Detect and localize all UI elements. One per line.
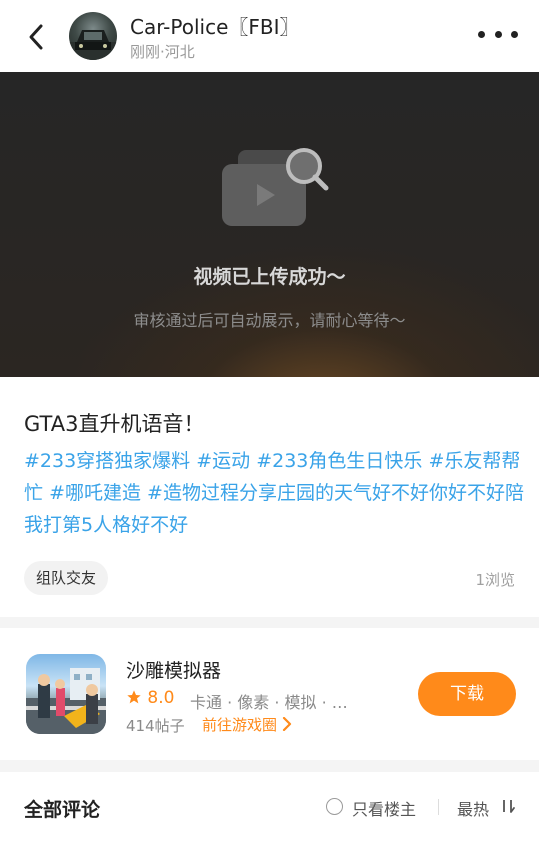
game-tags: 卡通 · 像素 · 模拟 · … xyxy=(190,693,348,712)
divider xyxy=(438,799,439,815)
post-location: 河北 xyxy=(164,43,195,61)
back-button[interactable] xyxy=(22,22,50,52)
post-time: 刚刚 xyxy=(130,43,161,61)
back-arrow-icon xyxy=(29,24,43,50)
video-placeholder: 视频已上传成功～ 审核通过后可自动展示，请耐心等待～ xyxy=(0,72,539,377)
only-op-radio[interactable] xyxy=(326,798,343,815)
video-search-icon xyxy=(222,148,329,226)
sort-hot-button[interactable]: 最热 xyxy=(457,796,489,820)
username[interactable]: Car-Police〖FBI〗 xyxy=(130,11,300,40)
game-circle-link-label: 前往游戏圈 xyxy=(202,716,278,734)
topic-tag[interactable]: #233穿搭独家爆料 xyxy=(24,450,190,472)
post-header: Car-Police〖FBI〗 刚刚·河北 xyxy=(0,0,539,72)
post-meta: 刚刚·河北 xyxy=(130,41,195,62)
game-post-count: 414帖子 xyxy=(126,717,185,735)
post-content: GTA3直升机语音！ #233穿搭独家爆料 #运动 #233角色生日快乐 #乐友… xyxy=(0,377,539,617)
game-icon[interactable] xyxy=(26,654,106,734)
car-avatar-image xyxy=(69,30,117,60)
avatar[interactable] xyxy=(69,12,117,60)
comments-title: 全部评论 xyxy=(24,799,101,821)
game-rating: 8.0 xyxy=(126,688,174,708)
game-cover-image xyxy=(26,668,106,734)
post-title: GTA3直升机语音！ xyxy=(24,412,205,436)
comments-header: 全部评论 只看楼主 最热 xyxy=(0,772,539,856)
rating-value: 8.0 xyxy=(147,688,175,708)
upload-success-text: 视频已上传成功～ xyxy=(193,266,346,288)
view-count: 1浏览 xyxy=(475,571,515,589)
more-dots-icon xyxy=(478,30,485,38)
star-icon xyxy=(127,690,141,704)
game-circle-link[interactable]: 前往游戏圈 xyxy=(202,714,292,735)
game-card[interactable]: 沙雕模拟器 8.0 卡通 · 像素 · 模拟 · … 414帖子 前往游戏圈 下… xyxy=(0,628,539,760)
topic-tag[interactable]: #哪吒建造 xyxy=(49,482,141,504)
topic-tag[interactable]: #运动 xyxy=(196,450,250,472)
group-chip[interactable]: 组队交友 xyxy=(24,561,109,595)
download-button[interactable]: 下载 xyxy=(418,672,516,716)
review-notice-text: 审核通过后可自动展示，请耐心等待～ xyxy=(133,311,406,330)
more-button[interactable] xyxy=(478,24,518,44)
chevron-right-icon xyxy=(282,716,291,732)
only-op-label[interactable]: 只看楼主 xyxy=(352,796,416,820)
game-name[interactable]: 沙雕模拟器 xyxy=(126,656,221,683)
sort-icon[interactable] xyxy=(500,798,516,814)
topic-tag[interactable]: #233角色生日快乐 xyxy=(256,450,422,472)
topic-tags: #233穿搭独家爆料 #运动 #233角色生日快乐 #乐友帮帮忙 #哪吒建造 #… xyxy=(24,445,524,541)
